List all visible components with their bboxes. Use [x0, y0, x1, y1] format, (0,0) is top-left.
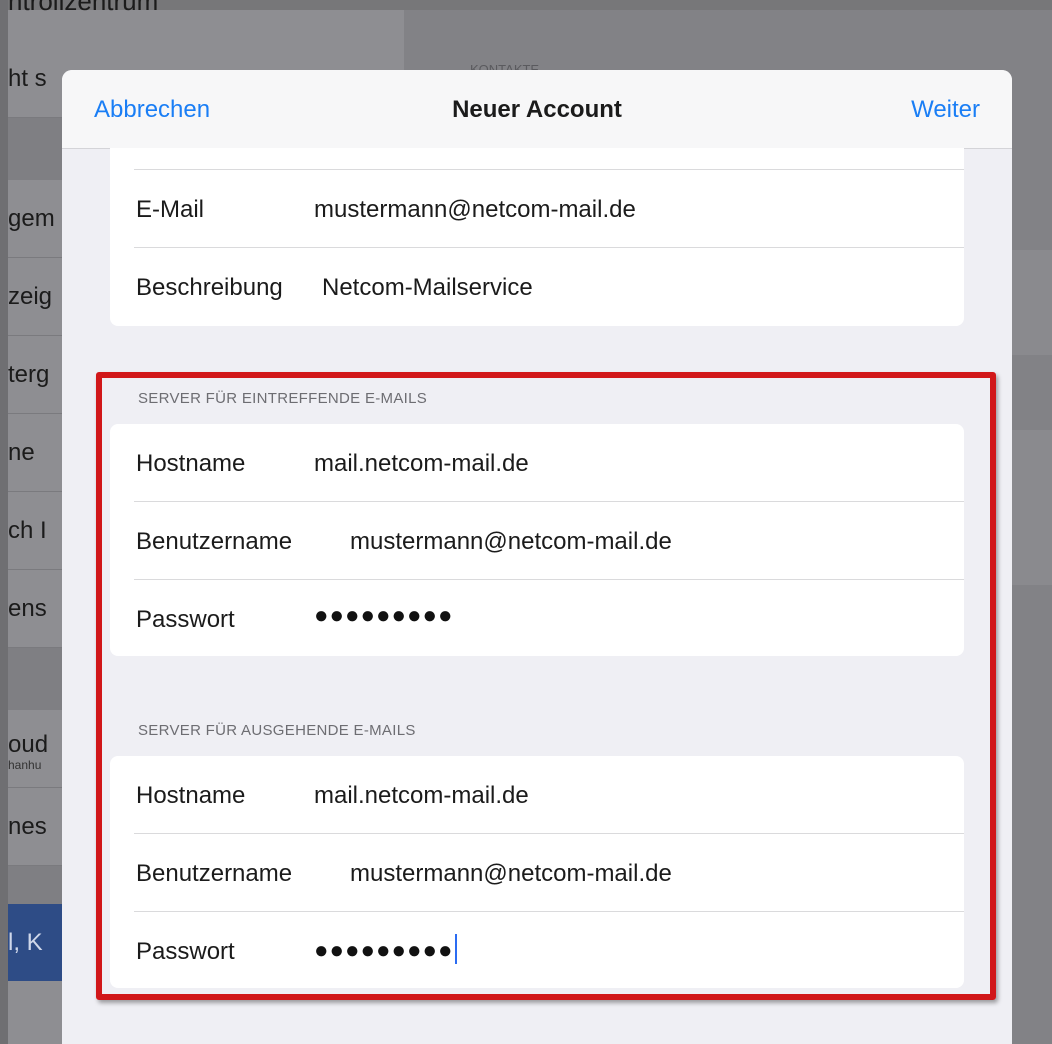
- sidebar-item[interactable]: ch I: [8, 492, 62, 570]
- detail-row-band: [1010, 250, 1052, 355]
- sidebar-gap: [8, 866, 62, 904]
- sidebar-item-label: oud: [8, 731, 49, 758]
- sidebar-item[interactable]: ne: [8, 414, 62, 492]
- sidebar-item-selected[interactable]: l, K: [8, 904, 62, 981]
- sidebar-item-icloud[interactable]: oud hanhu: [8, 710, 62, 788]
- email-field[interactable]: mustermann@netcom-mail.de: [314, 196, 636, 224]
- sidebar-item[interactable]: zeig: [8, 258, 62, 336]
- account-info-group: E-Mail mustermann@netcom-mail.de Beschre…: [110, 148, 964, 326]
- email-row[interactable]: E-Mail mustermann@netcom-mail.de: [110, 170, 964, 248]
- detail-row-band: [1010, 430, 1052, 585]
- sidebar-item[interactable]: ens: [8, 570, 62, 648]
- sidebar-item-control-center[interactable]: ntrollzentrum: [8, 0, 404, 22]
- sidebar-item-sublabel: hanhu: [8, 758, 42, 772]
- sidebar-item[interactable]: nes: [8, 788, 62, 866]
- sidebar-gap: [8, 648, 62, 710]
- sidebar-gap: [8, 118, 62, 180]
- sidebar-item[interactable]: gem: [8, 180, 62, 258]
- account-name-row[interactable]: [110, 92, 964, 170]
- description-row[interactable]: Beschreibung Netcom-Mailservice: [110, 248, 964, 326]
- description-field[interactable]: Netcom-Mailservice: [322, 274, 533, 302]
- server-settings-highlight-box: [96, 372, 996, 1000]
- email-label: E-Mail: [136, 196, 205, 223]
- description-label: Beschreibung: [136, 274, 283, 301]
- sidebar-item[interactable]: ht s: [8, 40, 62, 118]
- sidebar-item[interactable]: terg: [8, 336, 62, 414]
